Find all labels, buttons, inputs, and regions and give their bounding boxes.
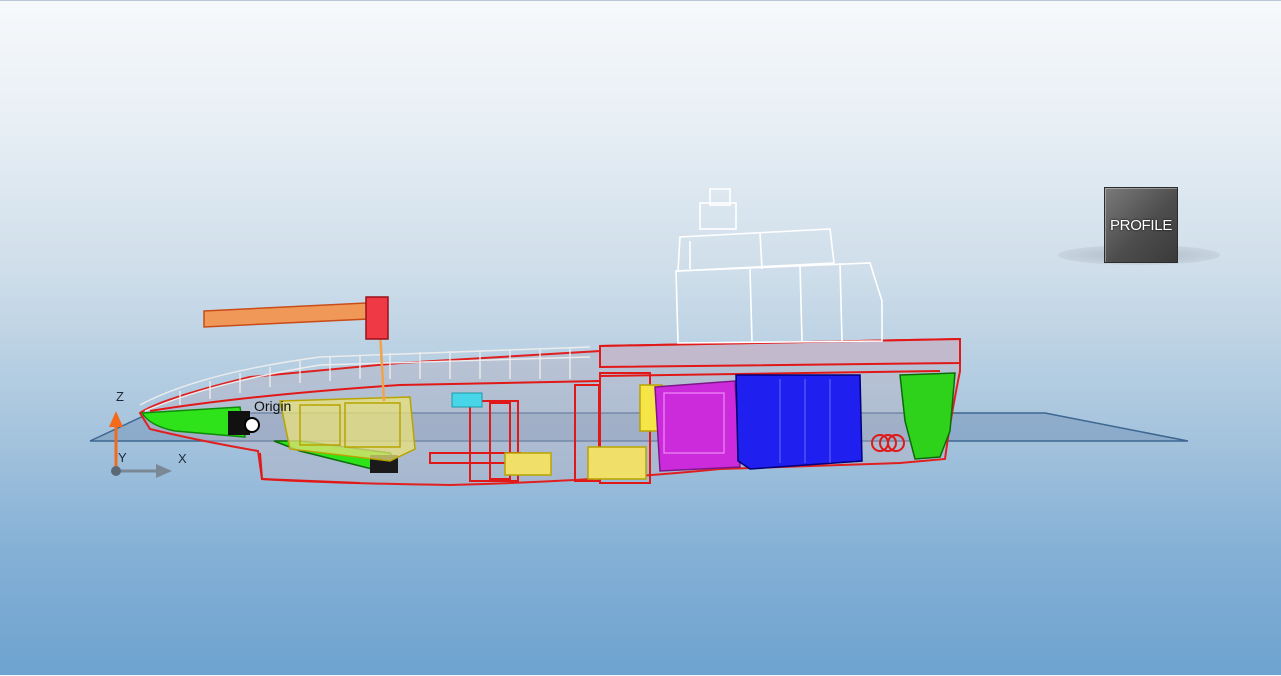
3d-viewport[interactable]: PROFILE Origin Z Y X <box>0 0 1281 675</box>
ship-model[interactable] <box>0 1 1281 676</box>
machinery-blue <box>735 374 863 470</box>
superstructure <box>675 188 883 344</box>
origin-marker <box>244 417 260 433</box>
y-axis-label: Y <box>118 450 127 465</box>
z-axis-label: Z <box>116 389 124 404</box>
x-axis-label: X <box>178 451 187 466</box>
engine-room-magenta <box>654 380 741 472</box>
view-cube-label: PROFILE <box>1109 216 1173 234</box>
view-cube[interactable]: PROFILE <box>1104 187 1178 263</box>
origin-label: Origin <box>254 398 292 414</box>
cyan-tank <box>451 392 483 408</box>
